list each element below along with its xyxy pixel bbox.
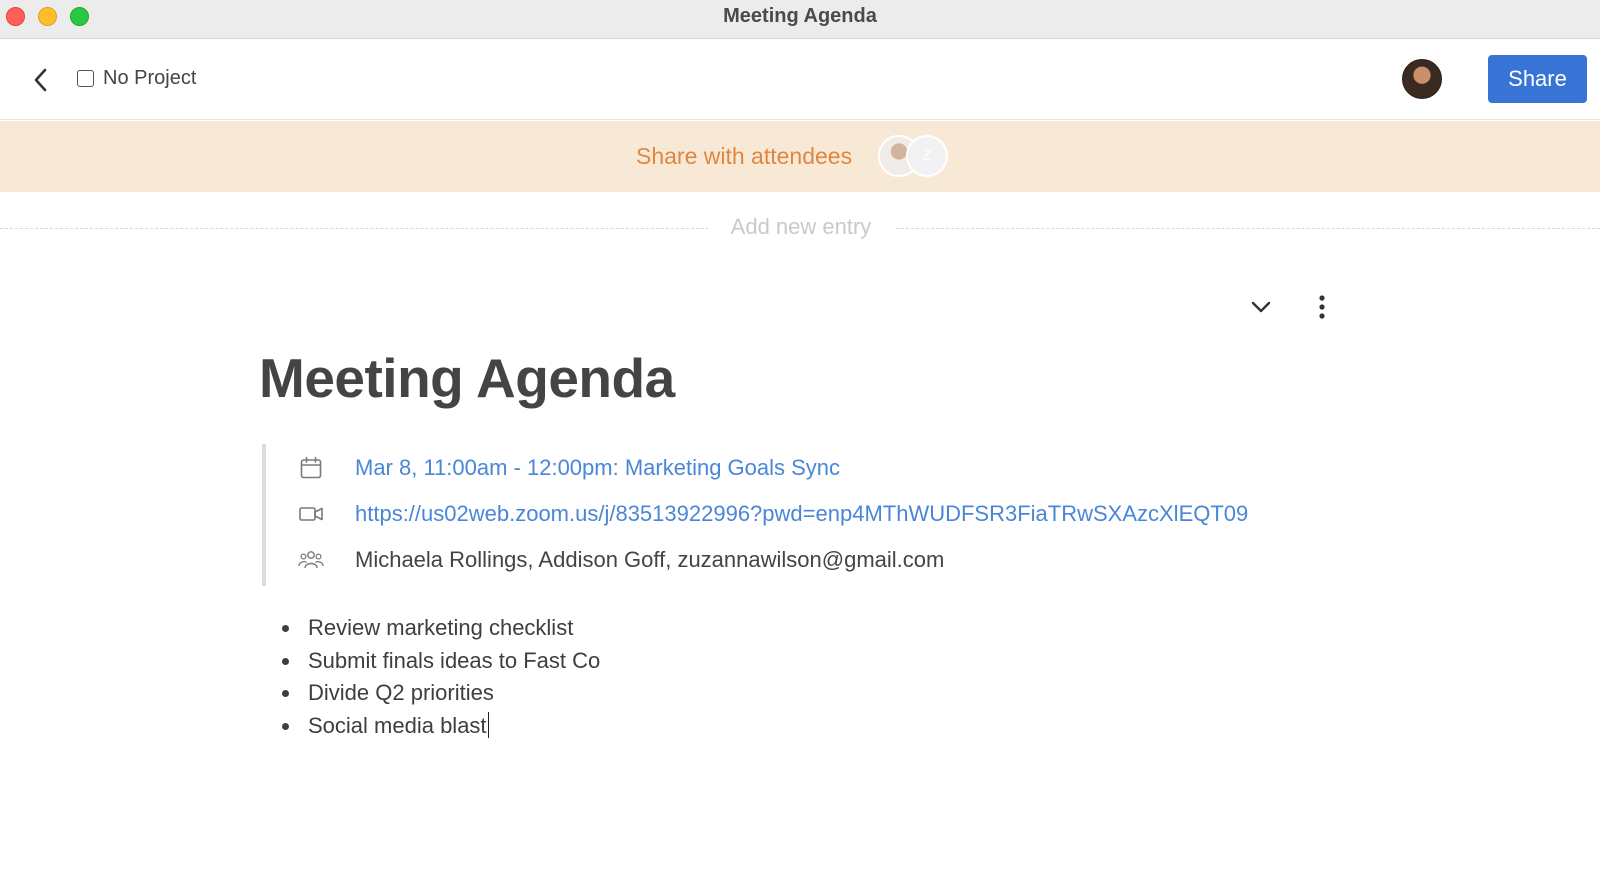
window-title: Meeting Agenda xyxy=(723,5,877,27)
video-camera-icon xyxy=(299,507,323,521)
meeting-link[interactable]: https://us02web.zoom.us/j/83513922996?pw… xyxy=(355,501,1248,527)
event-details: Mar 8, 11:00am - 12:00pm: Marketing Goal… xyxy=(262,444,1362,586)
people-icon xyxy=(298,551,324,569)
add-new-entry-button[interactable]: Add new entry xyxy=(708,214,894,240)
list-item-active[interactable]: Social media blast xyxy=(280,710,600,743)
chevron-down-icon xyxy=(1251,301,1271,313)
document-title[interactable]: Meeting Agenda xyxy=(259,346,675,410)
user-avatar[interactable] xyxy=(1402,59,1442,99)
attendees-list[interactable]: Michaela Rollings, Addison Goff, zuzanna… xyxy=(355,547,944,573)
project-checkbox[interactable] xyxy=(77,70,94,87)
event-attendees-row: Michaela Rollings, Addison Goff, zuzanna… xyxy=(266,540,1366,580)
share-button[interactable]: Share xyxy=(1488,55,1587,103)
chevron-left-icon xyxy=(34,68,47,92)
attendee-avatar-initial: Z xyxy=(906,135,948,177)
share-with-attendees-link[interactable]: Share with attendees xyxy=(636,143,852,170)
agenda-list: Review marketing checklist Submit finals… xyxy=(280,612,600,742)
event-video-row: https://us02web.zoom.us/j/83513922996?pw… xyxy=(266,494,1366,534)
back-button[interactable] xyxy=(28,64,54,96)
list-item[interactable]: Submit finals ideas to Fast Co xyxy=(280,645,600,678)
collapse-entry-button[interactable] xyxy=(1248,294,1274,320)
calendar-icon xyxy=(300,456,322,479)
event-datetime-link[interactable]: Mar 8, 11:00am - 12:00pm: Marketing Goal… xyxy=(355,455,840,481)
vertical-ellipsis-icon xyxy=(1319,295,1325,319)
text-cursor xyxy=(487,711,490,738)
list-item[interactable]: Divide Q2 priorities xyxy=(280,677,600,710)
project-label[interactable]: No Project xyxy=(103,67,196,90)
list-item[interactable]: Review marketing checklist xyxy=(280,612,600,645)
more-options-button[interactable] xyxy=(1312,291,1332,323)
event-datetime-row: Mar 8, 11:00am - 12:00pm: Marketing Goal… xyxy=(266,448,1366,488)
window-titlebar: Meeting Agenda xyxy=(0,0,1600,39)
list-item-text[interactable]: Social media blast xyxy=(308,713,487,738)
share-attendees-banner: Share with attendees Z xyxy=(0,121,1600,192)
toolbar: No Project Share xyxy=(0,40,1600,120)
